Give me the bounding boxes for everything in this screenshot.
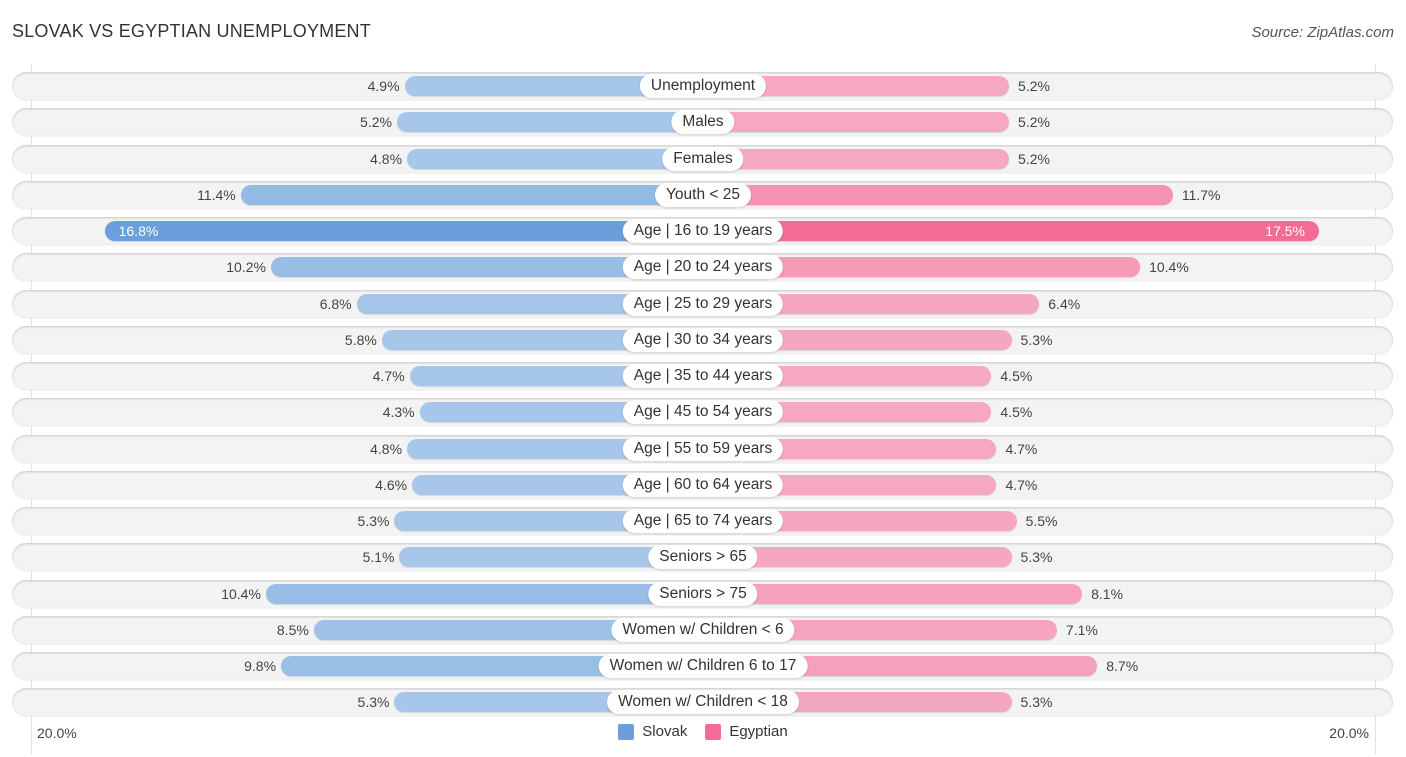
value-label-slovak: 10.2% — [226, 259, 266, 276]
legend-label-slovak: Slovak — [642, 723, 688, 740]
category-label: Age | 20 to 24 years — [622, 255, 784, 280]
value-label-slovak: 5.8% — [344, 331, 377, 348]
value-label-egyptian: 6.4% — [1048, 295, 1081, 312]
value-label-egyptian: 4.5% — [1000, 368, 1033, 384]
legend-item-egyptian[interactable]: Egyptian — [705, 723, 788, 740]
legend-item-slovak[interactable]: Slovak — [618, 723, 687, 740]
chart-title: SLOVAK VS EGYPTIAN UNEMPLOYMENT — [12, 21, 371, 41]
category-label: Age | 16 to 19 years — [622, 219, 784, 243]
category-label: Males — [671, 110, 735, 135]
category-label: Age | 25 to 29 years — [622, 291, 784, 316]
value-label-egyptian: 7.1% — [1065, 621, 1098, 638]
value-label-egyptian: 10.4% — [1149, 259, 1189, 276]
value-label-slovak: 4.9% — [367, 78, 400, 94]
category-label: Women w/ Children < 6 — [611, 617, 795, 642]
category-label: Age | 65 to 74 years — [622, 509, 784, 533]
value-label-egyptian: 4.7% — [1005, 476, 1038, 493]
value-label-egyptian: 5.5% — [1025, 513, 1058, 529]
value-label-slovak: 4.6% — [375, 476, 408, 493]
bar-slovak[interactable] — [396, 112, 703, 133]
category-label: Seniors > 75 — [648, 581, 758, 606]
value-label-egyptian: 4.7% — [1005, 440, 1038, 457]
value-label-slovak: 5.3% — [357, 694, 390, 711]
value-label-egyptian: 4.5% — [1000, 404, 1033, 421]
value-label-slovak: 16.8% — [118, 223, 159, 239]
category-label: Age | 35 to 44 years — [622, 364, 784, 388]
category-label: Age | 30 to 34 years — [622, 327, 784, 352]
value-label-slovak: 6.8% — [319, 295, 352, 312]
value-label-egyptian: 5.2% — [1018, 150, 1050, 167]
value-label-egyptian: 5.3% — [1020, 549, 1053, 566]
value-label-egyptian: 5.2% — [1018, 114, 1050, 131]
legend: Slovak Egyptian — [0, 723, 1406, 740]
value-label-egyptian: 5.2% — [1018, 78, 1050, 94]
category-label: Age | 55 to 59 years — [622, 436, 784, 461]
value-label-slovak: 11.4% — [197, 186, 236, 203]
category-label: Women w/ Children 6 to 17 — [598, 654, 808, 678]
bar-egyptian[interactable] — [703, 583, 1083, 604]
legend-swatch-slovak — [618, 723, 635, 740]
value-label-slovak: 8.5% — [276, 621, 309, 638]
value-label-egyptian: 5.3% — [1020, 331, 1053, 348]
value-label-slovak: 4.8% — [370, 440, 403, 457]
category-label: Seniors > 65 — [648, 545, 758, 570]
value-label-slovak: 4.7% — [372, 368, 405, 384]
value-label-egyptian: 5.3% — [1020, 694, 1053, 711]
value-label-slovak: 5.3% — [357, 513, 390, 529]
value-label-slovak: 10.4% — [221, 585, 261, 602]
category-label: Age | 45 to 54 years — [622, 400, 784, 425]
category-label: Youth < 25 — [655, 182, 751, 207]
bar-egyptian[interactable] — [703, 148, 1010, 169]
value-label-egyptian: 11.7% — [1181, 186, 1221, 203]
legend-swatch-egyptian — [705, 723, 722, 740]
bar-slovak[interactable] — [240, 184, 703, 205]
source-credit: Source: ZipAtlas.com — [1251, 24, 1394, 41]
category-label: Age | 60 to 64 years — [622, 472, 784, 497]
bar-egyptian[interactable] — [703, 112, 1010, 133]
bar-egyptian[interactable] — [703, 221, 1319, 241]
value-label-egyptian: 8.1% — [1091, 585, 1124, 602]
legend-label-egyptian: Egyptian — [729, 723, 788, 740]
value-label-slovak: 4.3% — [382, 404, 415, 421]
bar-slovak[interactable] — [104, 221, 703, 241]
value-label-slovak: 5.2% — [360, 114, 392, 131]
value-label-slovak: 4.8% — [370, 150, 403, 167]
value-label-egyptian: 8.7% — [1106, 658, 1139, 674]
category-label: Females — [662, 146, 744, 171]
value-label-slovak: 5.1% — [362, 549, 395, 566]
bar-egyptian[interactable] — [703, 184, 1173, 205]
value-label-slovak: 9.8% — [244, 658, 277, 674]
bar-slovak[interactable] — [265, 583, 703, 604]
value-label-egyptian: 17.5% — [1265, 223, 1305, 239]
category-label: Women w/ Children < 18 — [607, 690, 799, 715]
bar-slovak[interactable] — [407, 148, 703, 169]
category-label: Unemployment — [639, 74, 767, 98]
